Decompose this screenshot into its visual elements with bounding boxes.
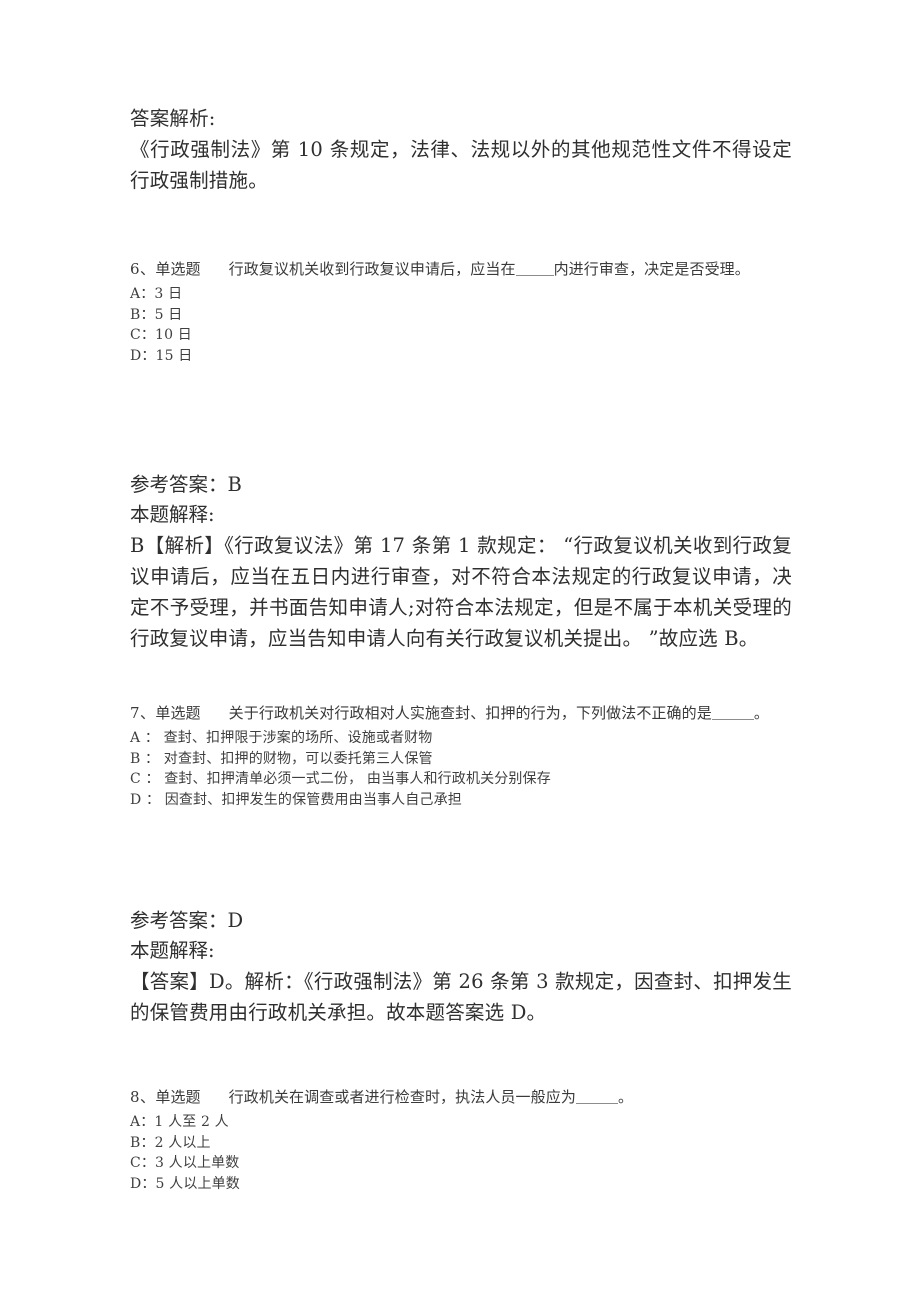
question-6-reference-answer: 参考答案：B	[130, 470, 792, 500]
question-7-reference-answer-label: 参考答案：	[130, 909, 228, 932]
question-7-explanation-text: 【答案】D。解析：《行政强制法》第 26 条第 3 款规定，因查封、扣押发生的保…	[130, 970, 792, 1024]
question-7-option-b[interactable]: B ： 对查封、扣押的财物，可以委托第三人保管	[130, 749, 792, 770]
question-7-blank	[711, 706, 754, 720]
answer-block-7: 参考答案：D 本题解释: 【答案】D。解析：《行政强制法》第 26 条第 3 款…	[130, 906, 792, 1028]
question-7-option-a[interactable]: A ： 查封、扣押限于涉案的场所、设施或者财物	[130, 728, 792, 749]
question-6-stem-text-a: 行政复议机关收到行政复议申请后，应当在	[228, 260, 516, 278]
document-content: 答案解析: 《行政强制法》第 10 条规定，法律、法规以外的其他规范性文件不得设…	[130, 103, 792, 1194]
question-7-explanation-label: 本题解释:	[130, 939, 215, 962]
question-7-option-d[interactable]: D ： 因查封、扣押发生的保管费用由当事人自己承担	[130, 790, 792, 811]
question-6-stem: 6、单选题 行政复议机关收到行政复议申请后，应当在 内进行审查，决定是否受理。	[130, 258, 792, 281]
question-block-6: 6、单选题 行政复议机关收到行政复议申请后，应当在 内进行审查，决定是否受理。 A：…	[130, 258, 792, 366]
question-6-reference-answer-value: B	[227, 473, 242, 496]
question-8-option-d[interactable]: D：5 人以上单数	[130, 1174, 792, 1195]
question-6-number: 6、	[130, 260, 156, 278]
question-6-type: 单选题	[155, 260, 201, 278]
question-7-option-c[interactable]: C ： 查封、扣押清单必须一式二份， 由当事人和行政机关分别保存	[130, 769, 792, 790]
question-8-option-b[interactable]: B：2 人以上	[130, 1133, 792, 1154]
question-7-number: 7、	[130, 704, 156, 722]
question-8-blank	[575, 1090, 618, 1104]
question-7-stem-text-a: 关于行政机关对行政相对人实施查封、扣押的行为，下列做法不正确的是	[228, 704, 712, 722]
question-6-option-a[interactable]: A：3 日	[130, 284, 792, 305]
question-8-type: 单选题	[155, 1088, 201, 1106]
question-block-8: 8、单选题 行政机关在调查或者进行检查时，执法人员一般应为 。 A：1 人至 2 人…	[130, 1086, 792, 1194]
question-8-option-a[interactable]: A：1 人至 2 人	[130, 1112, 792, 1133]
answer-block-6: 参考答案：B 本题解释: B【解析】《行政复议法》第 17 条第 1 款规定： …	[130, 470, 792, 654]
question-8-stem: 8、单选题 行政机关在调查或者进行检查时，执法人员一般应为 。	[130, 1086, 792, 1109]
question-6-explanation-label: 本题解释:	[130, 503, 215, 526]
question-6-reference-answer-label: 参考答案：	[130, 473, 228, 496]
question-7-reference-answer-value: D	[227, 909, 244, 932]
question-6-option-b[interactable]: B：5 日	[130, 305, 792, 326]
question-block-7: 7、单选题 关于行政机关对行政相对人实施查封、扣押的行为，下列做法不正确的是 。 A…	[130, 702, 792, 810]
document-page: 答案解析: 《行政强制法》第 10 条规定，法律、法规以外的其他规范性文件不得设…	[0, 0, 920, 1302]
question-6-option-d[interactable]: D：15 日	[130, 346, 792, 367]
question-6-explanation-text: B【解析】《行政复议法》第 17 条第 1 款规定： “行政复议机关收到行政复议…	[130, 534, 792, 650]
question-7-stem: 7、单选题 关于行政机关对行政相对人实施查封、扣押的行为，下列做法不正确的是 。	[130, 702, 792, 725]
question-6-stem-text-b: 内进行审查，决定是否受理。	[553, 260, 750, 278]
question-7-reference-answer: 参考答案：D	[130, 906, 792, 936]
question-8-number: 8、	[130, 1088, 156, 1106]
question-8-option-c[interactable]: C：3 人以上单数	[130, 1153, 792, 1174]
question-7-stem-text-b: 。	[753, 704, 769, 722]
question-8-stem-text-a: 行政机关在调查或者进行检查时，执法人员一般应为	[228, 1088, 576, 1106]
question-7-type: 单选题	[155, 704, 201, 722]
question-6-blank	[515, 262, 554, 276]
answer-analysis-label: 答案解析:	[130, 107, 216, 130]
question-8-stem-text-b: 。	[617, 1088, 634, 1106]
question-6-option-c[interactable]: C：10 日	[130, 325, 792, 346]
answer-analysis-text: 《行政强制法》第 10 条规定，法律、法规以外的其他规范性文件不得设定行政强制措…	[130, 138, 792, 192]
